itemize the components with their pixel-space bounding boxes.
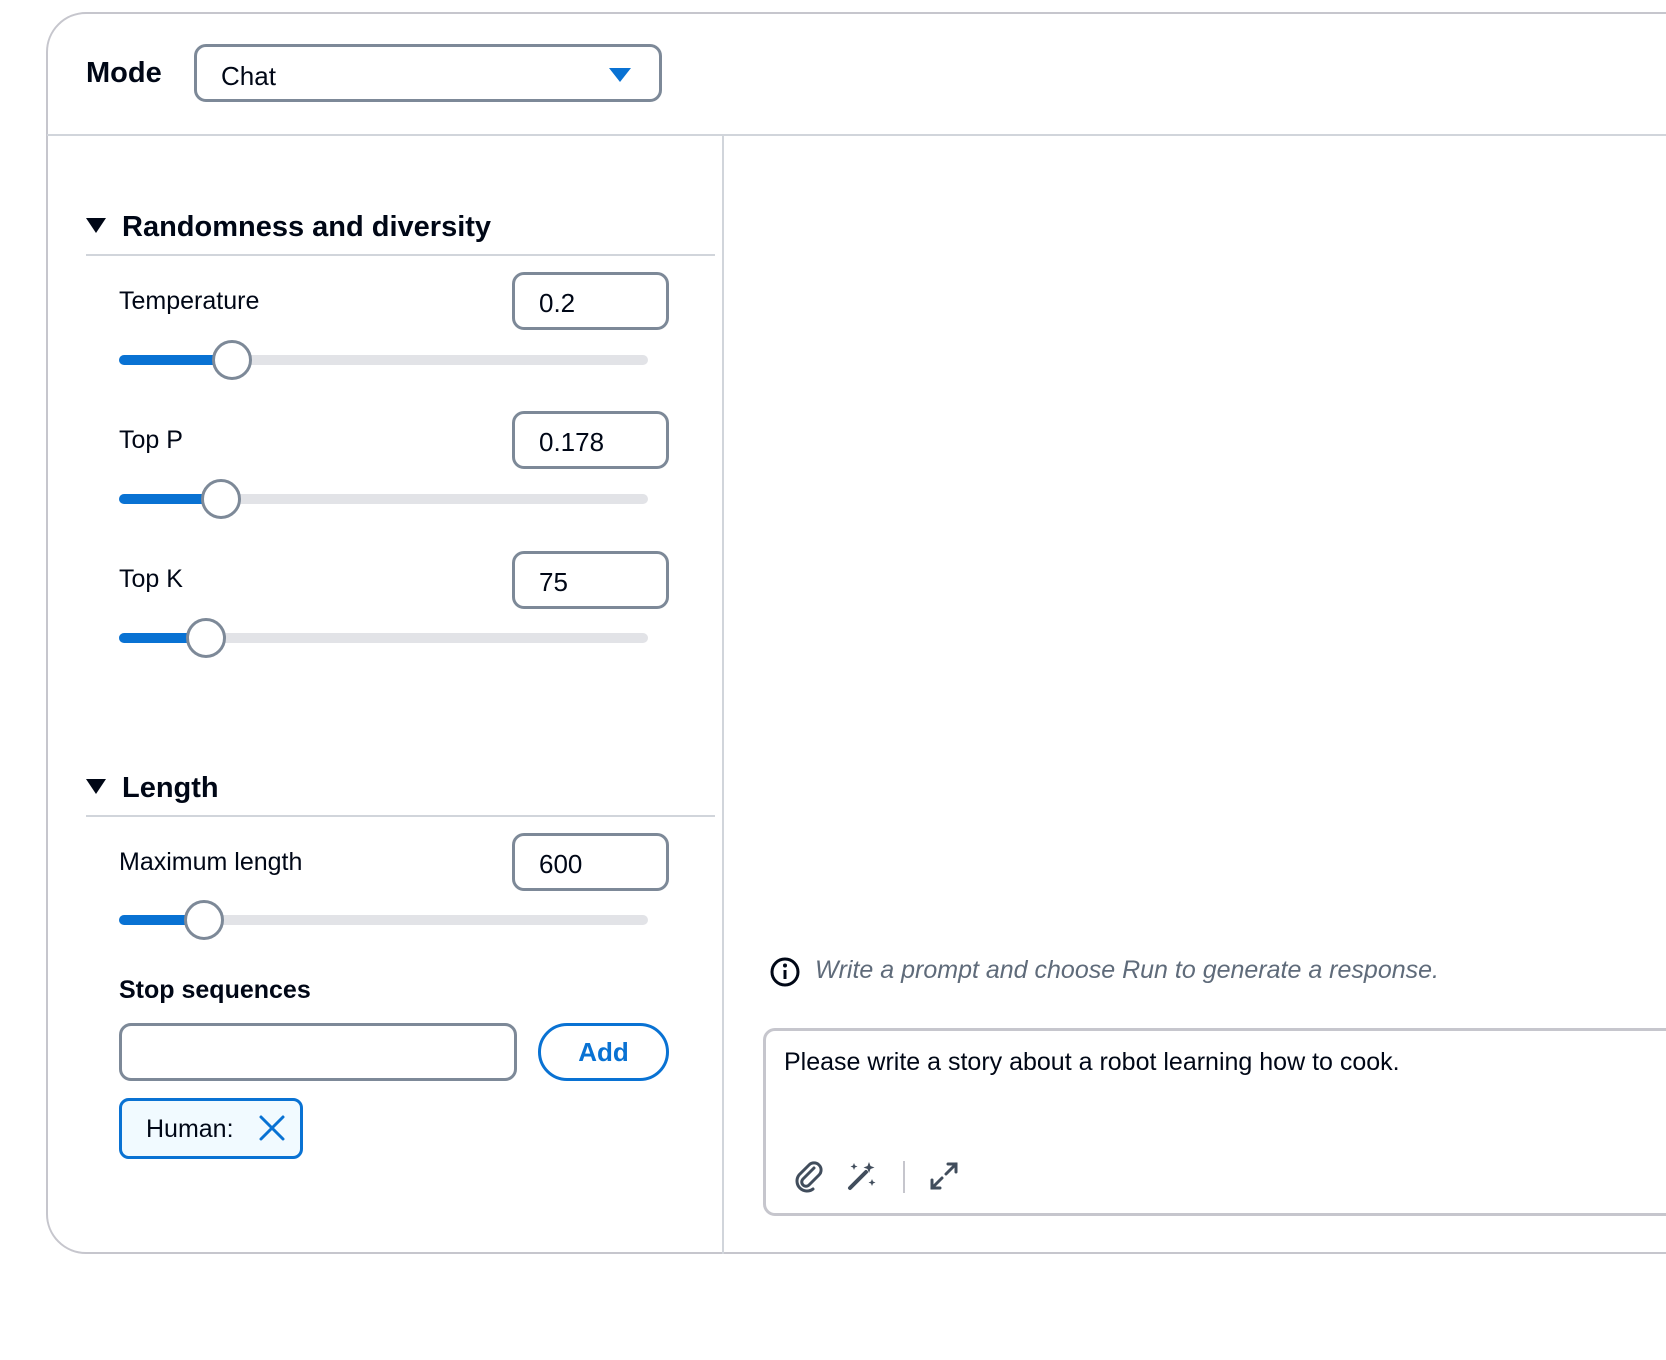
section-randomness-title: Randomness and diversity xyxy=(122,211,492,243)
section-length-toggle[interactable]: Length xyxy=(86,772,219,805)
top-k-input[interactable]: 75 xyxy=(512,551,669,609)
paperclip-icon[interactable] xyxy=(792,1159,826,1193)
slider-thumb[interactable] xyxy=(186,618,227,658)
mode-select[interactable]: Chat xyxy=(194,44,662,102)
max-length-slider[interactable] xyxy=(119,900,648,940)
top-k-slider[interactable] xyxy=(119,618,648,658)
info-icon xyxy=(770,957,800,987)
slider-thumb[interactable] xyxy=(212,340,253,380)
magic-wand-icon[interactable] xyxy=(845,1159,879,1193)
caret-down-icon xyxy=(86,217,106,233)
section-randomness-toggle[interactable]: Randomness and diversity xyxy=(86,211,491,244)
add-stop-sequence-button[interactable]: Add xyxy=(538,1023,669,1081)
chevron-down-icon xyxy=(609,68,631,82)
stop-sequence-token: Human: xyxy=(119,1098,303,1159)
mode-select-value: Chat xyxy=(221,61,276,91)
prompt-textarea[interactable]: Please write a story about a robot learn… xyxy=(763,1028,1666,1216)
temperature-slider[interactable] xyxy=(119,340,648,380)
top-p-label: Top P xyxy=(119,426,183,454)
mode-label: Mode xyxy=(86,57,162,89)
top-p-input[interactable]: 0.178 xyxy=(512,411,669,469)
slider-thumb[interactable] xyxy=(183,900,224,940)
toolbar-divider xyxy=(903,1161,905,1193)
stop-sequence-input[interactable] xyxy=(119,1023,517,1081)
prompt-text: Please write a story about a robot learn… xyxy=(784,1048,1400,1076)
close-icon[interactable] xyxy=(258,1114,286,1142)
header-divider xyxy=(47,134,1666,136)
stop-sequences-label: Stop sequences xyxy=(119,976,311,1004)
token-label: Human: xyxy=(146,1115,234,1143)
max-length-label: Maximum length xyxy=(119,848,303,876)
caret-down-icon xyxy=(86,778,106,794)
expand-icon[interactable] xyxy=(927,1159,961,1193)
section-randomness-divider xyxy=(86,254,715,256)
top-k-label: Top K xyxy=(119,565,183,593)
chat-hint: Write a prompt and choose Run to generat… xyxy=(815,956,1439,984)
temperature-label: Temperature xyxy=(119,287,260,315)
section-length-title: Length xyxy=(122,772,219,804)
top-p-slider[interactable] xyxy=(119,479,648,519)
temperature-input[interactable]: 0.2 xyxy=(512,272,669,330)
panel-divider xyxy=(722,136,724,1254)
max-length-input[interactable]: 600 xyxy=(512,833,669,891)
section-length-divider xyxy=(86,815,715,817)
slider-thumb[interactable] xyxy=(200,479,241,519)
